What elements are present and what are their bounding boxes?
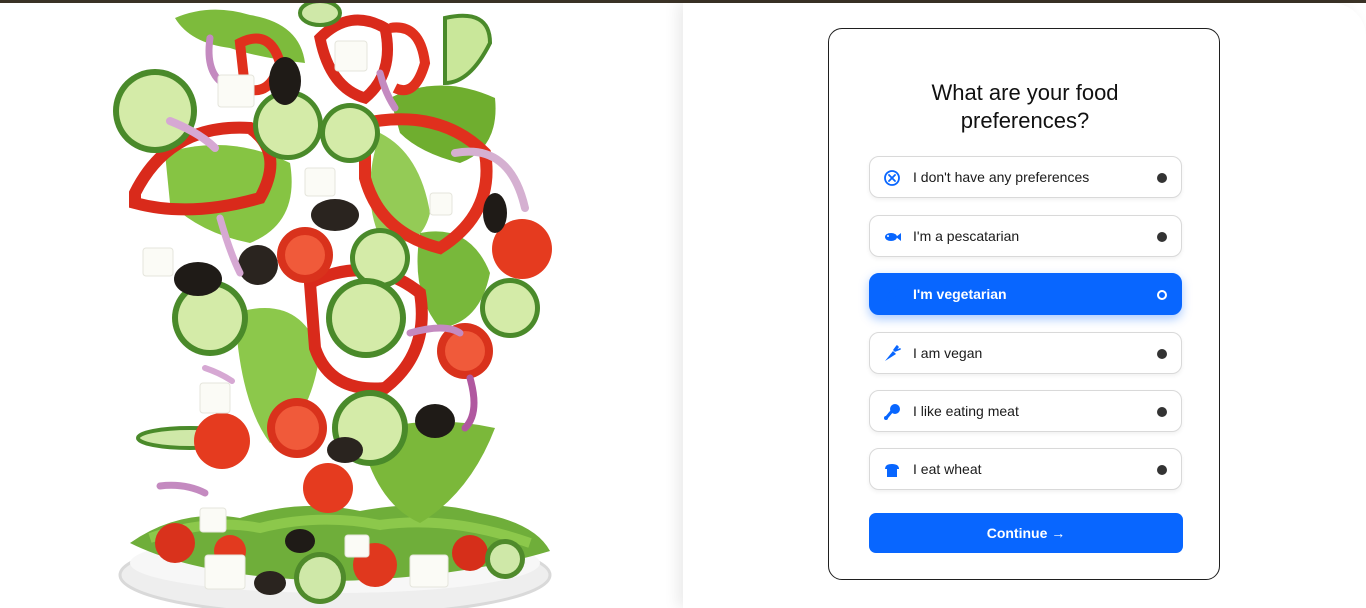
option-vegetarian[interactable]: I'm vegetarian bbox=[869, 273, 1182, 315]
option-vegan[interactable]: I am vegan bbox=[869, 332, 1182, 374]
drumstick-icon bbox=[884, 404, 900, 420]
radio-button[interactable] bbox=[1157, 407, 1167, 417]
bread-icon bbox=[885, 464, 899, 477]
option-pescatarian[interactable]: I'm a pescatarian bbox=[869, 215, 1182, 257]
option-label: I eat wheat bbox=[913, 461, 982, 477]
option-label: I don't have any preferences bbox=[913, 169, 1090, 185]
radio-button[interactable] bbox=[1157, 232, 1167, 242]
no-preference-icon bbox=[884, 170, 900, 186]
option-label: I'm a pescatarian bbox=[913, 228, 1020, 244]
radio-button[interactable] bbox=[1157, 290, 1167, 300]
carrot-icon bbox=[885, 345, 901, 361]
hero-image bbox=[0, 3, 683, 608]
option-no-preferences[interactable]: I don't have any preferences bbox=[869, 156, 1182, 198]
option-meat[interactable]: I like eating meat bbox=[869, 390, 1182, 432]
option-wheat[interactable]: I eat wheat bbox=[869, 448, 1182, 490]
radio-button[interactable] bbox=[1157, 349, 1167, 359]
option-label: I am vegan bbox=[913, 345, 983, 361]
radio-button[interactable] bbox=[1157, 465, 1167, 475]
leaf-icon bbox=[886, 289, 898, 301]
option-label: I'm vegetarian bbox=[913, 286, 1007, 302]
salad-illustration bbox=[113, 3, 552, 608]
option-label: I like eating meat bbox=[913, 403, 1019, 419]
fish-icon bbox=[885, 233, 901, 241]
food-preference-card: What are your food preferences? I don't … bbox=[828, 28, 1220, 580]
page-title: What are your food preferences? bbox=[931, 80, 1119, 133]
continue-button[interactable]: Continue → bbox=[869, 513, 1183, 553]
radio-button[interactable] bbox=[1157, 173, 1167, 183]
